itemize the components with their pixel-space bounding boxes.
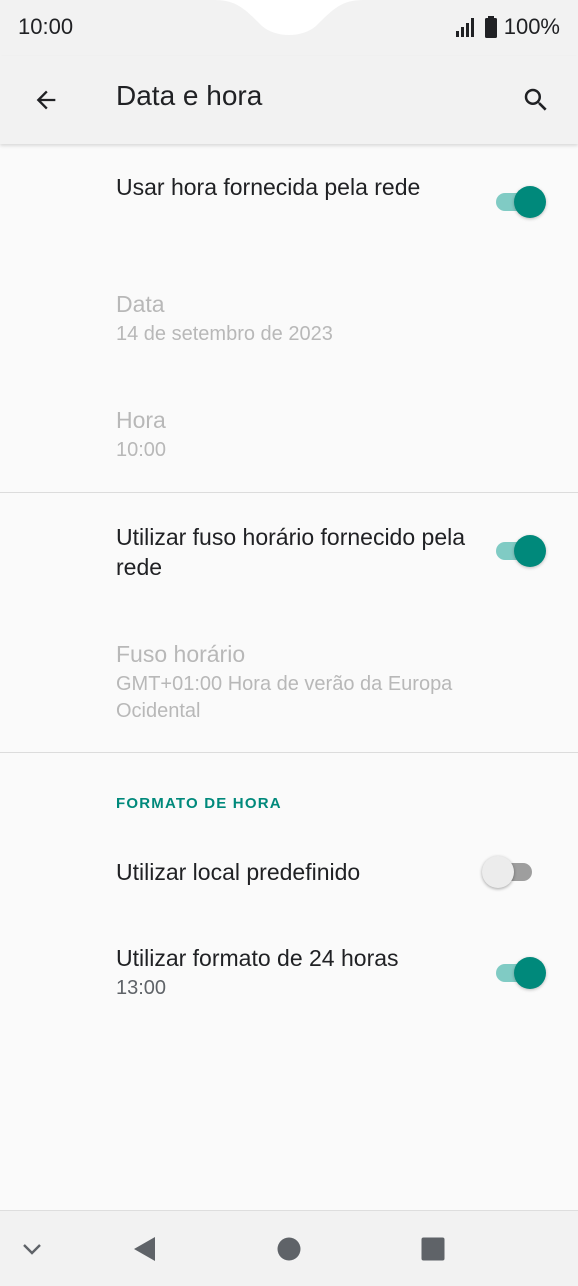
auto-zone-switch[interactable]: [494, 533, 546, 567]
search-button[interactable]: [512, 76, 560, 124]
nav-back-button[interactable]: [126, 1231, 162, 1267]
page-title: Data e hora: [116, 80, 263, 111]
pref-locale-default[interactable]: Utilizar local predefinido: [116, 857, 486, 887]
battery-percent: 100%: [503, 14, 560, 39]
nav-home-button[interactable]: [271, 1231, 307, 1267]
back-button[interactable]: [22, 76, 70, 124]
date-time-settings-screen: 10:00 100% Data e hora Usar hora forneci…: [0, 0, 578, 1286]
battery-icon: [484, 16, 497, 38]
locale-default-switch[interactable]: [482, 854, 534, 888]
nav-recents-button[interactable]: [415, 1231, 451, 1267]
pref-24-hour-format[interactable]: Utilizar formato de 24 horas 13:00: [116, 943, 486, 1002]
pref-date[interactable]: Data 14 de setembro de 2023: [116, 289, 486, 348]
pref-time-title: Hora: [116, 407, 166, 433]
navigation-bar: [0, 1210, 578, 1286]
pref-auto-time-title: Usar hora fornecida pela rede: [116, 174, 421, 200]
search-icon: [524, 88, 547, 111]
status-bar: 10:00 100%: [0, 0, 578, 56]
pref-time-zone-title: Fuso horário: [116, 641, 246, 667]
divider: [0, 752, 578, 753]
hide-keyboard-button[interactable]: [14, 1231, 50, 1267]
recents-square-icon: [421, 1237, 445, 1261]
back-triangle-icon: [134, 1237, 155, 1261]
auto-time-switch[interactable]: [494, 184, 546, 218]
pref-time-zone-summary: GMT+01:00 Hora de verão da Europa Ociden…: [116, 673, 453, 722]
switch-thumb: [514, 957, 546, 989]
switch-thumb: [514, 186, 546, 218]
pref-auto-zone-title: Utilizar fuso horário fornecido pela red…: [116, 524, 466, 580]
divider: [0, 492, 578, 493]
status-indicators: 100%: [454, 14, 560, 40]
status-time: 10:00: [18, 14, 74, 39]
pref-auto-zone[interactable]: Utilizar fuso horário fornecido pela red…: [116, 522, 486, 582]
chevron-down-icon: [23, 1244, 41, 1255]
pref-locale-default-title: Utilizar local predefinido: [116, 859, 361, 885]
pref-time[interactable]: Hora 10:00: [116, 405, 486, 464]
home-circle-icon: [277, 1237, 301, 1261]
category-time-format: FORMATO DE HORA: [116, 795, 282, 812]
pref-date-summary: 14 de setembro de 2023: [116, 323, 333, 345]
pref-time-zone[interactable]: Fuso horário GMT+01:00 Hora de verão da …: [116, 639, 486, 725]
app-bar: Data e hora: [0, 56, 578, 144]
pref-time-summary: 10:00: [116, 439, 167, 461]
pref-24-hour-title: Utilizar formato de 24 horas: [116, 945, 399, 971]
pref-date-title: Data: [116, 291, 165, 317]
switch-thumb: [482, 856, 514, 888]
24-hour-switch[interactable]: [494, 955, 546, 989]
switch-thumb: [514, 535, 546, 567]
signal-icon: [455, 18, 474, 37]
back-arrow-icon: [36, 90, 56, 110]
pref-auto-time[interactable]: Usar hora fornecida pela rede: [116, 172, 486, 202]
pref-24-hour-summary: 13:00: [116, 977, 167, 999]
